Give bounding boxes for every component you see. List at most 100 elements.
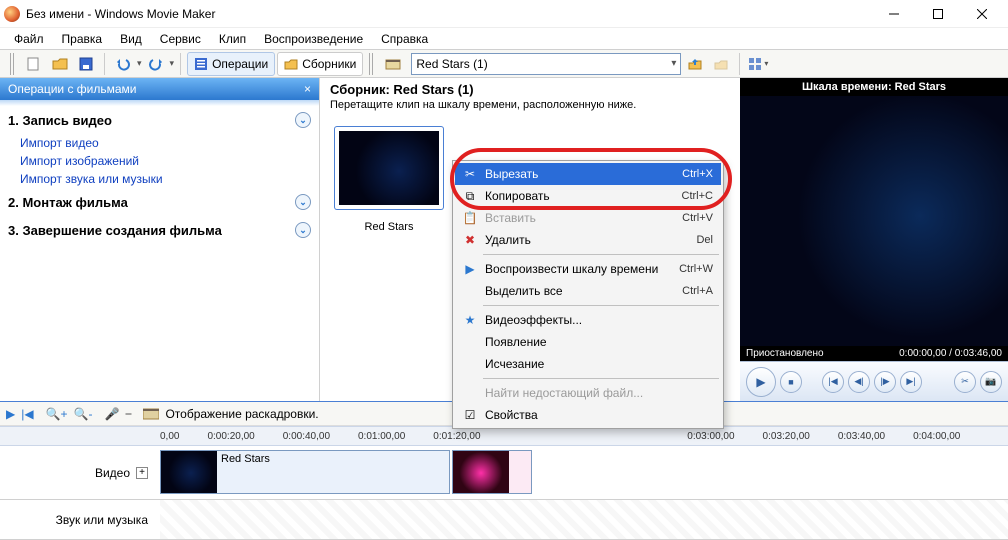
next-clip-button[interactable]: ▶| [900, 371, 922, 393]
collections-button[interactable]: Сборники [277, 52, 363, 76]
zoom-out-button[interactable]: 🔍- [74, 407, 93, 421]
tasks-header-label: Операции с фильмами [8, 82, 137, 96]
toolbar-grip-2[interactable] [369, 53, 375, 75]
task-import-video[interactable]: Импорт видео [0, 134, 319, 152]
toolbar-grip[interactable] [10, 53, 16, 75]
copy-icon: ⧉ [459, 189, 481, 204]
task-import-images[interactable]: Импорт изображений [0, 152, 319, 170]
timeline-clip-1-label: Red Stars [217, 451, 274, 467]
zoom-in-button[interactable]: 🔍+ [46, 407, 68, 421]
expand-track-icon[interactable]: + [136, 467, 148, 479]
collection-icon-btn[interactable] [381, 52, 405, 76]
up-level-button[interactable] [683, 52, 707, 76]
delete-icon: ✖ [459, 233, 481, 247]
ctx-video-fx[interactable]: ★ Видеоэффекты... [455, 309, 721, 331]
snapshot-button[interactable]: 📷 [980, 371, 1002, 393]
collection-subtitle: Перетащите клип на шкалу времени, распол… [330, 99, 730, 111]
preview-title: Шкала времени: Red Stars [740, 78, 1008, 96]
expand-icon[interactable]: ⌄ [295, 194, 311, 210]
timeline-ruler[interactable]: 0,00 0:00:20,00 0:00:40,00 0:01:00,00 0:… [0, 426, 1008, 446]
context-menu: ✂ Вырезать Ctrl+X ⧉ Копировать Ctrl+C 📋 … [452, 160, 724, 429]
operations-button[interactable]: Операции [187, 52, 275, 76]
step-forward-button[interactable]: |▶ [874, 371, 896, 393]
window-title: Без имени - Windows Movie Maker [26, 7, 215, 21]
preview-status: Приостановлено [746, 348, 824, 359]
menu-clip[interactable]: Клип [211, 30, 254, 48]
collection-selected: Red Stars (1) [416, 57, 671, 71]
menu-file[interactable]: Файл [6, 30, 52, 48]
minimize-button[interactable] [872, 0, 916, 28]
scissors-icon: ✂ [459, 167, 481, 181]
preview-controls: ▶ ■ |◀ ◀| |▶ ▶| ✂ 📷 [740, 361, 1008, 401]
tasks-pane: Операции с фильмами × 1. Запись видео ⌄ … [0, 78, 320, 401]
menu-help[interactable]: Справка [373, 30, 436, 48]
tl-play-button[interactable]: ▶ [6, 407, 15, 421]
toolbar: ▾ ▾ Операции Сборники Red Stars (1) ▾ ▾ [0, 50, 1008, 78]
tasks-header: Операции с фильмами × [0, 78, 319, 100]
menu-view[interactable]: Вид [112, 30, 150, 48]
ctx-cut[interactable]: ✂ Вырезать Ctrl+X [455, 163, 721, 185]
save-button[interactable] [74, 52, 98, 76]
new-project-button[interactable] [22, 52, 46, 76]
collection-select[interactable]: Red Stars (1) ▾ [411, 53, 681, 75]
stop-button[interactable]: ■ [780, 371, 802, 393]
list-icon [194, 57, 208, 71]
menu-play[interactable]: Воспроизведение [256, 30, 371, 48]
collapse-icon[interactable]: ⌄ [295, 112, 311, 128]
view-mode-button[interactable]: ▾ [746, 52, 770, 76]
ctx-paste: 📋 Вставить Ctrl+V [455, 207, 721, 229]
open-button[interactable] [48, 52, 72, 76]
ctx-delete[interactable]: ✖ Удалить Del [455, 229, 721, 251]
undo-button[interactable] [111, 52, 135, 76]
close-button[interactable] [960, 0, 1004, 28]
storyboard-icon [143, 407, 159, 421]
folder-icon [284, 57, 298, 71]
step-back-button[interactable]: ◀| [848, 371, 870, 393]
ctx-fade-out[interactable]: Исчезание [455, 353, 721, 375]
titlebar: Без имени - Windows Movie Maker [0, 0, 1008, 28]
video-track: Видео+ Red Stars [0, 446, 1008, 500]
audio-track-content[interactable] [160, 500, 1008, 539]
app-icon [4, 6, 20, 22]
tasks-close-button[interactable]: × [304, 82, 311, 96]
storyboard-toggle[interactable]: Отображение раскадровки. [165, 407, 318, 421]
paste-icon: 📋 [459, 211, 481, 225]
split-button[interactable]: ✂ [954, 371, 976, 393]
ctx-fade-in[interactable]: Появление [455, 331, 721, 353]
ctx-play-timeline[interactable]: ▶ Воспроизвести шкалу времени Ctrl+W [455, 258, 721, 280]
ctx-copy[interactable]: ⧉ Копировать Ctrl+C [455, 185, 721, 207]
collections-label: Сборники [302, 57, 356, 71]
ctx-properties[interactable]: ☑ Свойства [455, 404, 721, 426]
new-folder-button[interactable] [709, 52, 733, 76]
clip-label: Red Stars [365, 221, 414, 233]
menubar: Файл Правка Вид Сервис Клип Воспроизведе… [0, 28, 1008, 50]
ctx-select-all[interactable]: Выделить все Ctrl+A [455, 280, 721, 302]
play-button[interactable]: ▶ [746, 367, 776, 397]
timeline-clip-2[interactable] [452, 450, 532, 494]
task-section-3[interactable]: 3. Завершение создания фильма ⌄ [0, 216, 319, 244]
preview-pane: Шкала времени: Red Stars Приостановлено … [740, 78, 1008, 401]
collection-title: Сборник: Red Stars (1) [330, 82, 730, 97]
audio-track-label: Звук или музыка [56, 513, 148, 527]
task-import-audio[interactable]: Импорт звука или музыки [0, 170, 319, 188]
mic-button[interactable]: 🎤 [104, 407, 119, 421]
levels-button[interactable]: ⎯ [125, 406, 131, 421]
task-section-1[interactable]: 1. Запись видео ⌄ [0, 106, 319, 134]
preview-video[interactable] [740, 96, 1008, 346]
redo-button[interactable] [144, 52, 168, 76]
preview-time: 0:00:00,00 / 0:03:46,00 [899, 348, 1002, 359]
menu-edit[interactable]: Правка [54, 30, 111, 48]
clip-thumbnail[interactable]: Red Stars [330, 119, 448, 233]
properties-icon: ☑ [459, 408, 481, 422]
prev-clip-button[interactable]: |◀ [822, 371, 844, 393]
task-section-2[interactable]: 2. Монтаж фильма ⌄ [0, 188, 319, 216]
maximize-button[interactable] [916, 0, 960, 28]
video-track-content[interactable]: Red Stars [160, 446, 1008, 499]
play-icon: ▶ [459, 262, 481, 276]
menu-service[interactable]: Сервис [152, 30, 209, 48]
chevron-down-icon: ▾ [671, 58, 676, 69]
timeline-clip-1[interactable]: Red Stars [160, 450, 450, 494]
expand-icon-2[interactable]: ⌄ [295, 222, 311, 238]
tl-rewind-button[interactable]: |◀ [21, 407, 33, 421]
operations-label: Операции [212, 57, 268, 71]
